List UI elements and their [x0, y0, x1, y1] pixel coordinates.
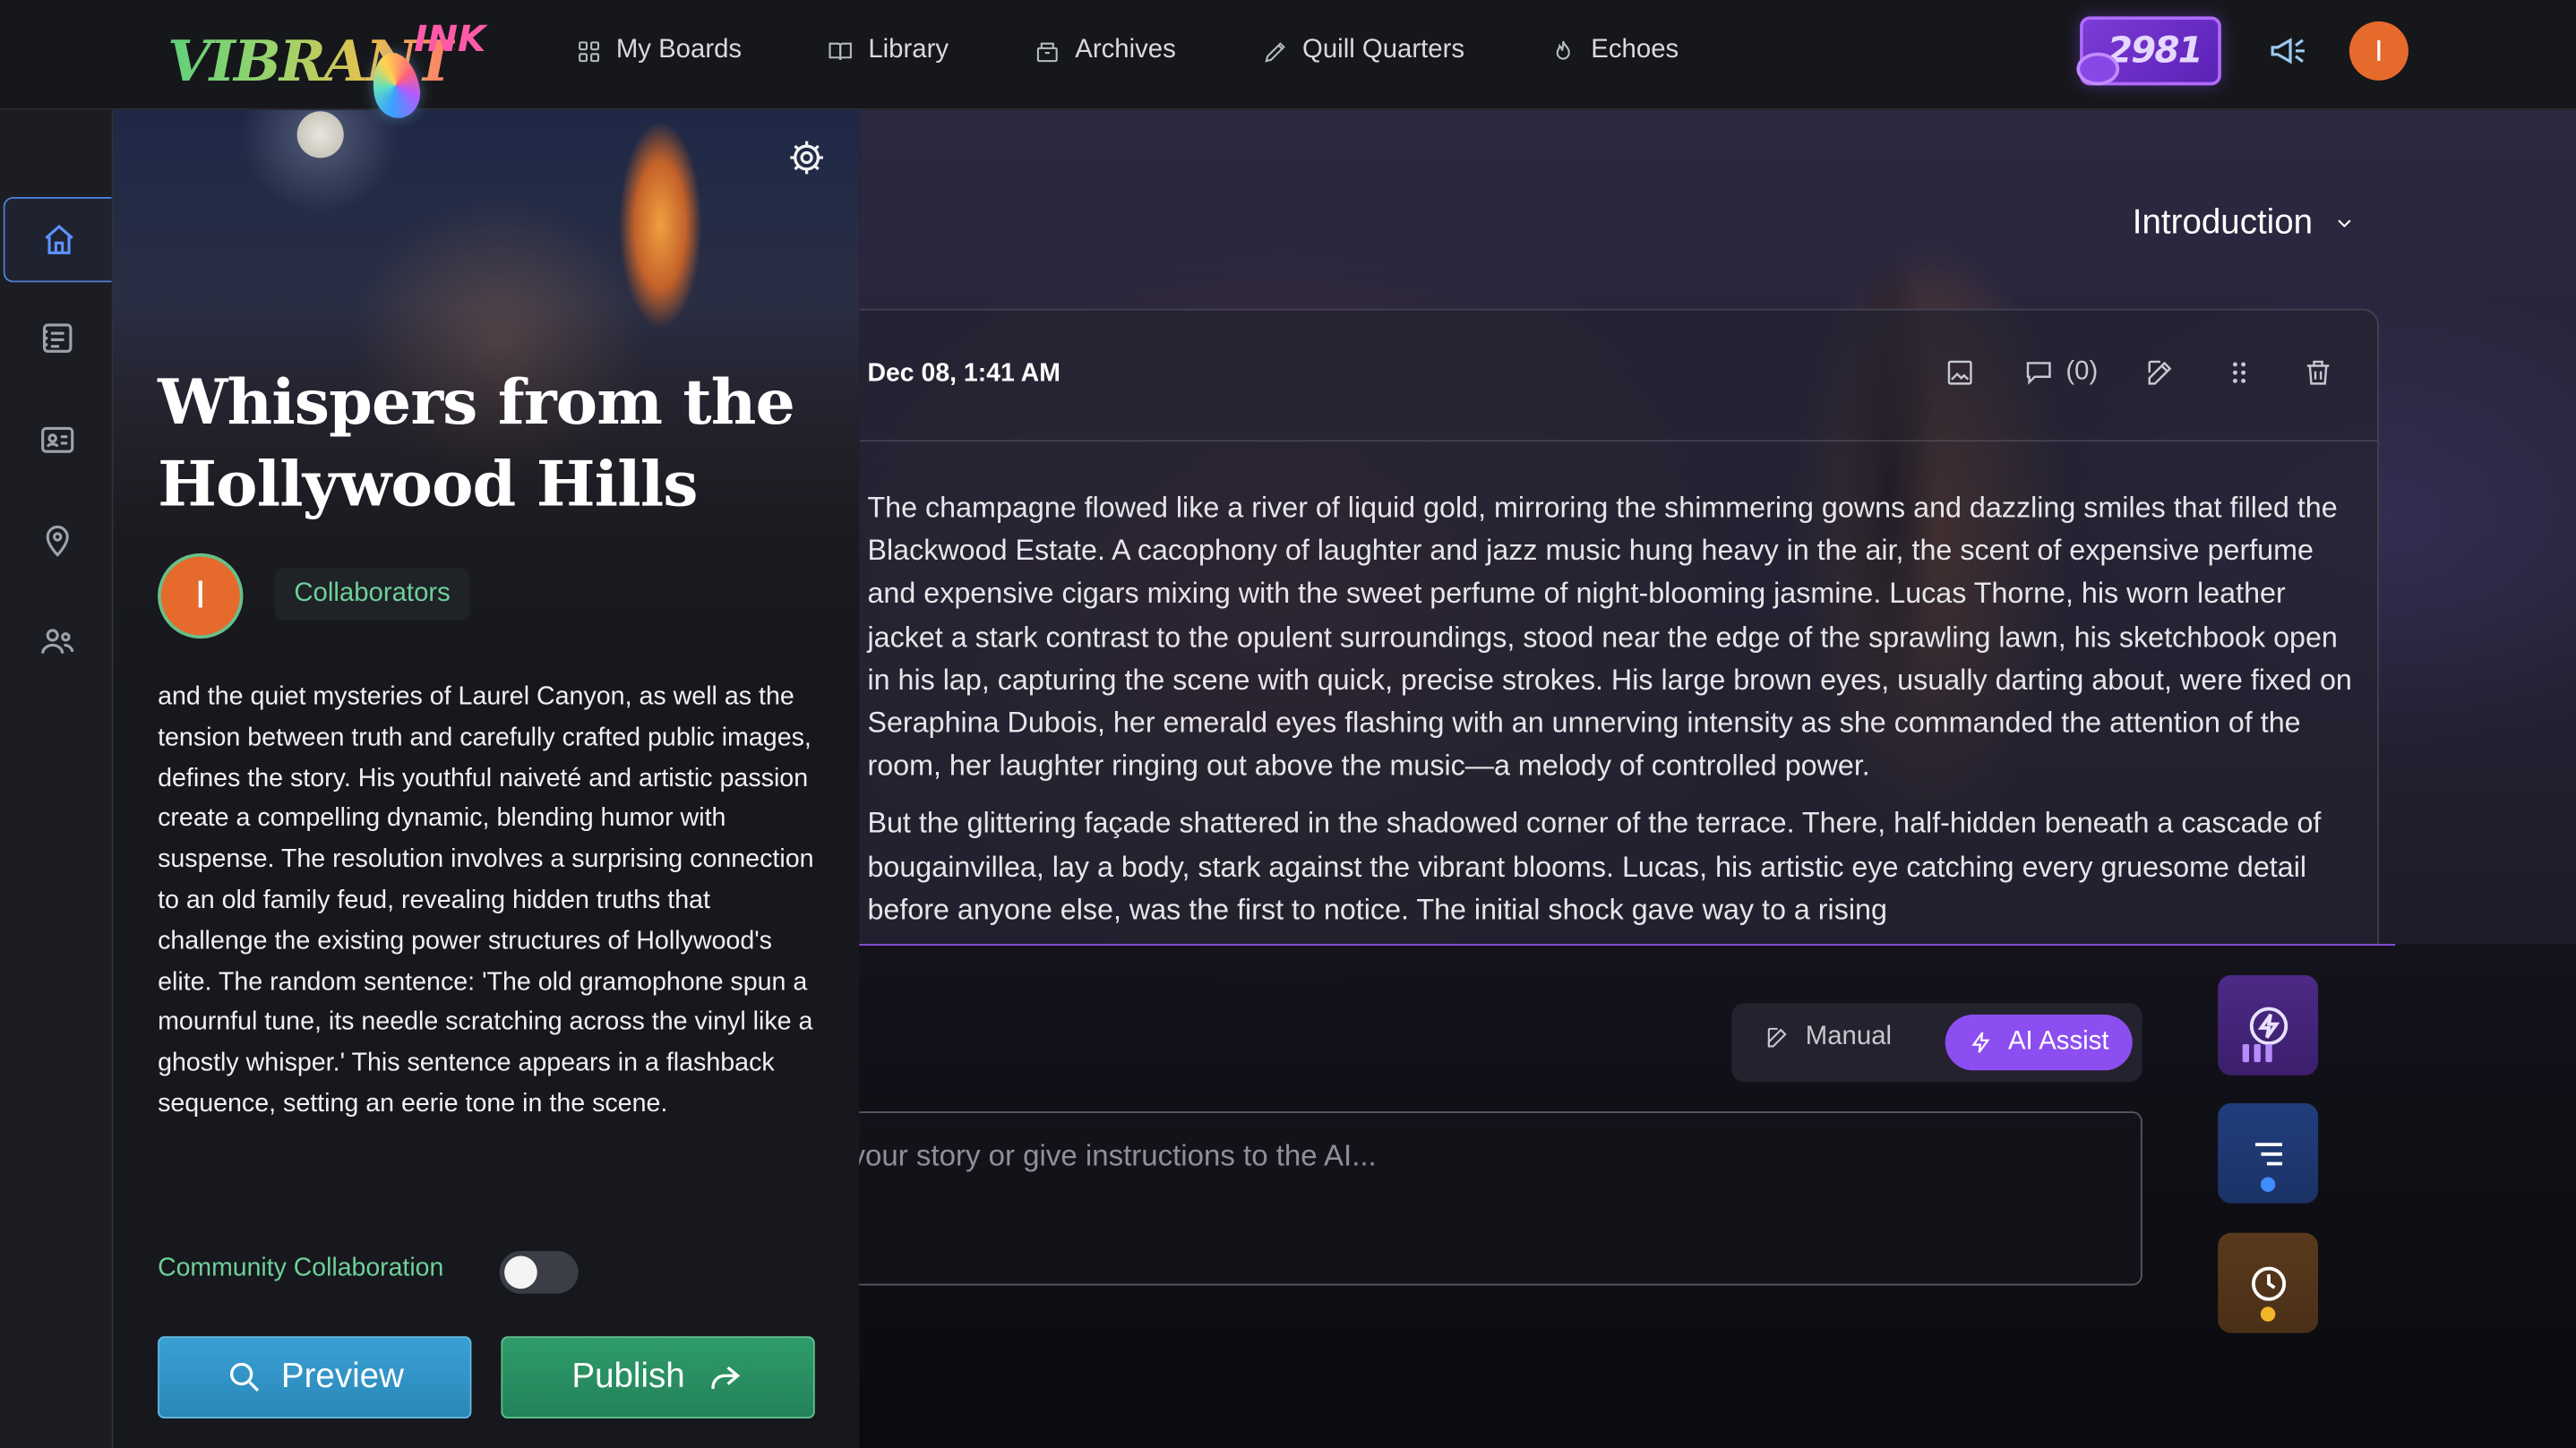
- nav-label: My Boards: [615, 36, 743, 64]
- nav-library[interactable]: Library: [827, 36, 949, 65]
- book-icon: [829, 41, 853, 60]
- users-icon: [41, 629, 74, 654]
- publish-label: Publish: [571, 1358, 685, 1396]
- grid-icon: [579, 40, 599, 62]
- outline-button[interactable]: [2218, 1102, 2319, 1204]
- user-avatar[interactable]: I: [2348, 21, 2409, 81]
- history-button[interactable]: [2218, 1232, 2319, 1333]
- share-arrow-icon: [711, 1366, 741, 1389]
- community-collaboration-label: Community Collaboration: [158, 1254, 444, 1282]
- lightning-icon: [1971, 1032, 1991, 1053]
- author-avatar[interactable]: I: [158, 553, 244, 639]
- sidebar-item-collaborators[interactable]: [4, 599, 112, 684]
- entry-divider: [859, 944, 2396, 946]
- logo-subtext: INK: [414, 19, 486, 61]
- main-nav: My Boards Library Archives Quill Quarter…: [575, 0, 1765, 102]
- nav-label: Archives: [1075, 36, 1176, 64]
- edit-entry-button[interactable]: [2144, 356, 2177, 390]
- preview-button[interactable]: Preview: [158, 1336, 472, 1418]
- clock-icon: [2251, 1265, 2286, 1300]
- sidebar-item-home[interactable]: [3, 196, 112, 283]
- edit-icon: [2148, 360, 2172, 385]
- delete-entry-button[interactable]: [2302, 356, 2335, 390]
- add-image-button[interactable]: [1945, 356, 1978, 390]
- sidebar-item-characters[interactable]: [4, 398, 112, 483]
- entry-text: The champagne flowed like a river of liq…: [867, 486, 2354, 944]
- gear-icon: [790, 141, 823, 175]
- community-collaboration-toggle[interactable]: [499, 1250, 579, 1294]
- nav-my-boards[interactable]: My Boards: [575, 36, 742, 65]
- ai-generate-button[interactable]: [2218, 974, 2319, 1075]
- entry-toolbar: (0): [1898, 356, 2334, 390]
- chevron-down-icon: [2337, 219, 2351, 228]
- collaborators-button[interactable]: Collaborators: [274, 568, 470, 621]
- trash-icon: [2306, 360, 2330, 385]
- notification-dot: [2260, 1307, 2276, 1322]
- toggle-knob: [504, 1255, 537, 1289]
- pencil-icon: [1264, 41, 1285, 62]
- image-icon: [1948, 360, 1973, 385]
- top-navigation-bar: VIBRANT INK My Boards Library Archives Q…: [0, 0, 2576, 122]
- entry-header: Dec 08, 1:41 AM (0): [859, 310, 2378, 442]
- nav-label: Echoes: [1591, 36, 1679, 64]
- nav-archives[interactable]: Archives: [1034, 36, 1176, 65]
- points-count: 2981: [2107, 30, 2203, 72]
- story-settings-button[interactable]: [786, 136, 829, 179]
- ai-assist-mode-button[interactable]: AI Assist: [1945, 1014, 2133, 1071]
- story-entry-card: Dec 08, 1:41 AM (0) The champagne flowed…: [859, 308, 2379, 946]
- nav-label: Quill Quarters: [1302, 36, 1465, 64]
- announcements-button[interactable]: [2264, 26, 2314, 75]
- preview-label: Preview: [280, 1358, 404, 1396]
- entry-paragraph: The champagne flowed like a river of liq…: [867, 491, 2352, 783]
- sidebar-item-chapters[interactable]: [4, 296, 112, 381]
- id-card-icon: [41, 426, 74, 453]
- notification-dot: [2260, 1177, 2276, 1192]
- story-synopsis: and the quiet mysteries of Laurel Canyon…: [158, 682, 814, 1118]
- story-prompt-input[interactable]: Write your story or give instructions to…: [772, 1111, 2142, 1286]
- manual-mode-button[interactable]: Manual: [1765, 1023, 1892, 1052]
- notebook-icon: [42, 323, 73, 353]
- list-icon: [2254, 1142, 2282, 1165]
- chapter-selected-label: Introduction: [2132, 203, 2314, 242]
- map-pin-icon: [46, 526, 69, 557]
- app-logo[interactable]: VIBRANT INK: [167, 16, 496, 122]
- manual-mode-label: Manual: [1805, 1023, 1893, 1051]
- writing-mode-toggle: Manual AI Assist: [1731, 1003, 2142, 1083]
- home-icon: [44, 224, 73, 254]
- archive-icon: [1037, 41, 1059, 62]
- points-badge[interactable]: 2981: [2076, 16, 2221, 86]
- nav-echoes[interactable]: Echoes: [1550, 36, 1679, 65]
- entry-paragraph: But the glittering façade shattered in t…: [867, 806, 2322, 926]
- chapter-dropdown[interactable]: Introduction: [2133, 203, 2356, 243]
- chat-bubble-icon: [2076, 52, 2120, 86]
- megaphone-icon: [2271, 38, 2305, 64]
- sidebar-item-locations[interactable]: [4, 497, 112, 582]
- search-icon: [230, 1362, 260, 1392]
- flame-icon: [1557, 39, 1571, 59]
- story-details-panel: Whispers from the Hollywood Hills I Coll…: [113, 109, 860, 1448]
- story-title: Whispers from the Hollywood Hills: [158, 364, 795, 521]
- ai-credits-indicator: [2242, 1043, 2272, 1063]
- drag-handle[interactable]: [2223, 356, 2256, 390]
- prompt-placeholder: Write your story or give instructions to…: [773, 1139, 1377, 1172]
- nav-quill-quarters[interactable]: Quill Quarters: [1261, 36, 1464, 65]
- drag-dots-icon: [2232, 362, 2246, 383]
- comments-count: (0): [2065, 357, 2099, 386]
- left-sidebar: [0, 109, 114, 1448]
- edit-icon: [1767, 1027, 1787, 1048]
- lightning-icon: [2248, 1006, 2288, 1045]
- publish-button[interactable]: Publish: [501, 1336, 815, 1418]
- nav-label: Library: [868, 36, 949, 64]
- comment-icon: [2027, 362, 2052, 385]
- comments-button[interactable]: (0): [2023, 356, 2099, 390]
- entry-timestamp: Dec 08, 1:41 AM: [867, 359, 1060, 388]
- ai-assist-label: AI Assist: [2007, 1027, 2109, 1056]
